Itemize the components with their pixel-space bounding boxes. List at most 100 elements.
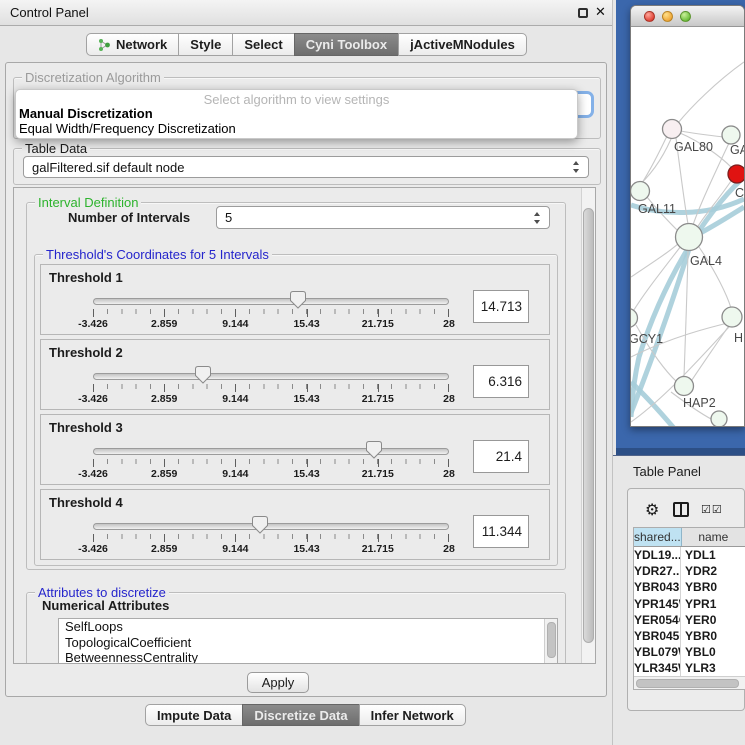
threshold-4-value-field[interactable]: 11.344 — [473, 515, 529, 548]
node-label-gal80: GAL80 — [674, 140, 713, 154]
node-gal4[interactable] — [676, 224, 703, 251]
dropdown-item-equal-width-frequency[interactable]: Equal Width/Frequency Discretization — [16, 121, 577, 136]
node-label-cut: C — [735, 186, 744, 200]
gear-icon[interactable]: ⚙ — [645, 500, 659, 520]
numerical-attributes-label: Numerical Attributes — [42, 598, 169, 613]
node-top-right[interactable] — [722, 126, 740, 144]
cell[interactable]: YBR0 — [681, 628, 745, 644]
table-row[interactable]: YPR145WYPR1 — [634, 596, 745, 612]
tick-label: 28 — [443, 393, 455, 405]
node-hap2[interactable] — [675, 377, 694, 396]
threshold-3-panel: Threshold 3 -3.426 2.859 9.144 15.43 21.… — [40, 414, 550, 485]
cell[interactable]: YBR0 — [681, 579, 745, 595]
column-header-shared[interactable]: shared... — [634, 528, 682, 546]
table-row[interactable]: YBR045CYBR0 — [634, 628, 745, 644]
table-panel-body: ⚙ ☑☑ shared... name YDL19...YDL1 YDR27..… — [627, 488, 745, 711]
cell[interactable]: YBR043C — [634, 579, 681, 595]
network-canvas[interactable]: GAL80 GA GAL11 C GAL4 GCY1 H HAP2 — [631, 27, 744, 426]
tab-discretize-data[interactable]: Discretize Data — [242, 704, 359, 726]
threshold-3-slider[interactable]: -3.426 2.859 9.144 15.43 21.715 28 — [93, 415, 449, 486]
list-scrollbar[interactable] — [544, 619, 557, 664]
horizontal-scrollbar-thumb[interactable] — [636, 679, 739, 688]
tick-label: 9.144 — [222, 543, 248, 555]
tab-impute-data[interactable]: Impute Data — [145, 704, 243, 726]
vertical-scrollbar[interactable] — [581, 188, 595, 663]
table-header-row: shared... name — [634, 528, 745, 547]
tab-label: jActiveMNodules — [410, 37, 515, 52]
app-window: Control Panel ✕ Network Style Select Cyn… — [0, 0, 745, 745]
node-gal80[interactable] — [663, 120, 682, 139]
cell[interactable]: YDL19... — [634, 547, 681, 563]
threshold-2-slider[interactable]: -3.426 2.859 9.144 15.43 21.715 28 — [93, 340, 449, 411]
threshold-1-value-field[interactable]: 14.713 — [473, 290, 529, 323]
tab-select[interactable]: Select — [232, 33, 294, 56]
num-intervals-combo[interactable]: 5 — [216, 206, 550, 229]
tick-label: 15.43 — [293, 318, 319, 330]
cell[interactable]: YER0 — [681, 612, 745, 628]
node-selected-red[interactable] — [728, 165, 744, 183]
network-window-titlebar[interactable] — [631, 6, 744, 27]
cell[interactable]: YPR145W — [634, 596, 681, 612]
list-item[interactable]: BetweennessCentrality — [59, 650, 557, 664]
horizontal-scrollbar[interactable] — [634, 676, 745, 689]
threshold-4-slider-thumb[interactable] — [252, 516, 268, 534]
threshold-1-slider[interactable]: -3.426 2.859 9.144 15.43 21.715 28 — [93, 265, 449, 336]
threshold-3-value-field[interactable]: 21.4 — [473, 440, 529, 473]
threshold-2-slider-thumb[interactable] — [195, 366, 211, 384]
slider-track — [93, 523, 449, 530]
tab-cyni-toolbox[interactable]: Cyni Toolbox — [294, 33, 399, 56]
table-row[interactable]: YDL19...YDL1 — [634, 547, 745, 563]
cell[interactable]: YDR2 — [681, 563, 745, 579]
cell[interactable]: YBR045C — [634, 628, 681, 644]
tick-label: 9.144 — [222, 393, 248, 405]
close-panel-icon[interactable]: ✕ — [595, 4, 606, 20]
tab-label: Cyni Toolbox — [306, 37, 387, 52]
column-header-name[interactable]: name — [682, 528, 745, 546]
settings-scroll-area: Interval Definition Number of Intervals … — [13, 187, 596, 664]
list-item[interactable]: TopologicalCoefficient — [59, 635, 557, 651]
split-columns-icon[interactable] — [673, 502, 689, 517]
table-data-combo[interactable]: galFiltered.sif default node — [23, 156, 589, 178]
table-row[interactable]: YBL079WYBL0 — [634, 644, 745, 660]
zoom-traffic-light[interactable] — [680, 11, 691, 22]
node-gal11[interactable] — [631, 182, 650, 201]
threshold-4-slider[interactable]: -3.426 2.859 9.144 15.43 21.715 28 — [93, 490, 449, 561]
node-label-gal11: GAL11 — [638, 202, 676, 216]
close-traffic-light[interactable] — [644, 11, 655, 22]
table-row[interactable]: YER054CYER0 — [634, 612, 745, 628]
node-right[interactable] — [722, 307, 742, 327]
threshold-1-slider-thumb[interactable] — [290, 291, 306, 309]
apply-button[interactable]: Apply — [247, 672, 309, 693]
vertical-scrollbar-thumb[interactable] — [583, 208, 594, 643]
tick-label: 15.43 — [293, 468, 319, 480]
network-icon — [98, 38, 111, 51]
table-row[interactable]: YLR345WYLR3 — [634, 660, 745, 676]
tick-label: 28 — [443, 468, 455, 480]
cell[interactable]: YBL079W — [634, 644, 681, 660]
cell[interactable]: YDR27... — [634, 563, 681, 579]
minimize-traffic-light[interactable] — [662, 11, 673, 22]
dropdown-item-manual-discretization[interactable]: Manual Discretization — [16, 106, 577, 121]
cell[interactable]: YPR1 — [681, 596, 745, 612]
table-row[interactable]: YDR27...YDR2 — [634, 563, 745, 579]
cell[interactable]: YBL0 — [681, 644, 745, 660]
tab-jactivemnodules[interactable]: jActiveMNodules — [398, 33, 527, 56]
float-panel-icon[interactable] — [578, 8, 588, 18]
node-gcy1[interactable] — [631, 309, 638, 328]
cell[interactable]: YLR3 — [681, 660, 745, 676]
tab-infer-network[interactable]: Infer Network — [359, 704, 466, 726]
list-scrollbar-thumb[interactable] — [547, 622, 556, 658]
table-row[interactable]: YBR043CYBR0 — [634, 579, 745, 595]
list-item[interactable]: SelfLoops — [59, 619, 557, 635]
node-label-gcy1: GCY1 — [631, 332, 663, 346]
cell[interactable]: YDL1 — [681, 547, 745, 563]
cell[interactable]: YLR345W — [634, 660, 681, 676]
threshold-2-value-field[interactable]: 6.316 — [473, 365, 529, 398]
checkbox-icons[interactable]: ☑☑ — [701, 503, 723, 516]
cell[interactable]: YER054C — [634, 612, 681, 628]
tab-style[interactable]: Style — [178, 33, 233, 56]
slider-minor-ticks — [93, 384, 449, 389]
node-bottom[interactable] — [711, 411, 727, 426]
tab-network[interactable]: Network — [86, 33, 179, 56]
threshold-3-slider-thumb[interactable] — [366, 441, 382, 459]
